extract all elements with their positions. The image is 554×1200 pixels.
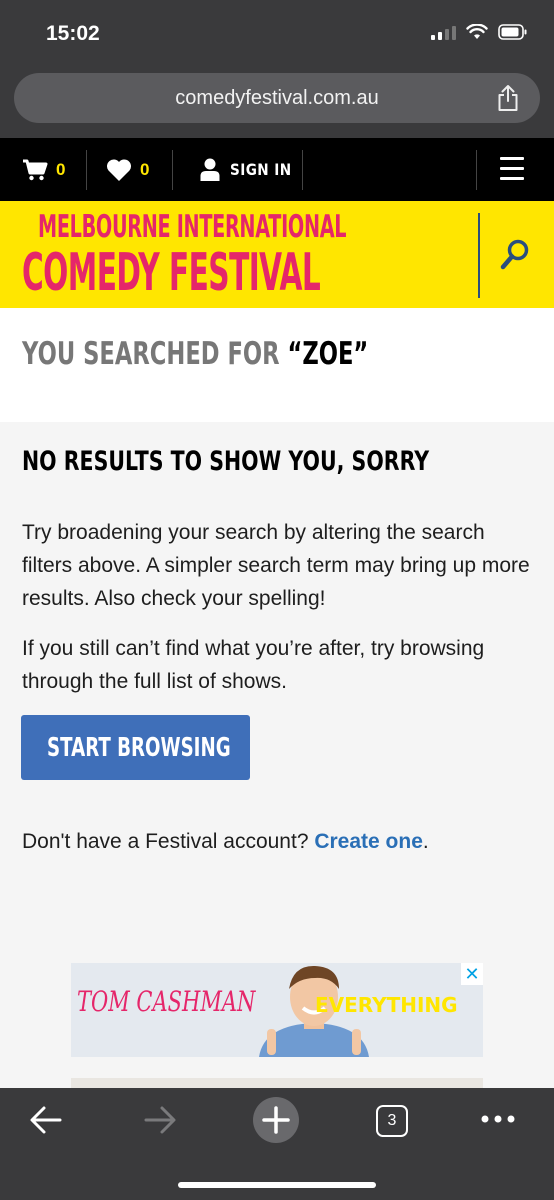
start-browsing-button[interactable]: START BROWSING xyxy=(21,715,250,780)
ad-performer-name: TOM CASHMAN xyxy=(77,985,256,1018)
no-results-heading: NO RESULTS TO SHOW YOU, SORRY xyxy=(22,446,430,477)
address-bar[interactable]: comedyfestival.com.au xyxy=(14,73,540,123)
back-icon[interactable] xyxy=(28,1102,64,1138)
nav-divider xyxy=(476,150,477,190)
cart-button[interactable]: 0 xyxy=(22,138,65,201)
status-icons xyxy=(431,24,528,40)
account-prompt: Don't have a Festival account? Create on… xyxy=(22,830,429,854)
banner-divider xyxy=(478,213,480,298)
search-prefix: YOU SEARCHED FOR xyxy=(22,336,288,372)
cart-count: 0 xyxy=(56,159,66,179)
user-icon xyxy=(200,158,220,181)
browse-hint: If you still can’t find what you’re afte… xyxy=(22,637,485,693)
ad-close-icon[interactable]: ✕ xyxy=(461,963,483,985)
create-account-link[interactable]: Create one xyxy=(314,830,423,853)
no-results-hint: Try broadening your search by altering t… xyxy=(22,521,530,610)
account-suffix: . xyxy=(422,830,429,853)
search-title: YOU SEARCHED FOR “ZOE” xyxy=(22,336,368,372)
status-time: 15:02 xyxy=(46,22,100,45)
start-browsing-label: START BROWSING xyxy=(47,733,231,763)
search-header: YOU SEARCHED FOR “ZOE” xyxy=(0,308,554,422)
ad-banner[interactable]: TOM CASHMAN EVERYTHING ✕ xyxy=(71,963,483,1057)
new-tab-icon[interactable] xyxy=(253,1097,299,1143)
share-icon[interactable] xyxy=(496,84,520,112)
heart-icon xyxy=(106,158,132,181)
menu-icon[interactable] xyxy=(500,157,524,187)
url-text: comedyfestival.com.au xyxy=(175,87,379,109)
wifi-icon xyxy=(466,24,488,39)
tabs-button[interactable]: 3 xyxy=(376,1105,408,1137)
logo-line1[interactable]: MELBOURNE INTERNATIONAL xyxy=(38,209,347,245)
account-text: Don't have a Festival account? xyxy=(22,830,315,853)
nav-divider xyxy=(172,150,173,190)
wishlist-button[interactable]: 0 xyxy=(106,138,149,201)
search-icon[interactable] xyxy=(500,238,532,272)
site-nav: 0 0 SIGN IN xyxy=(0,138,554,201)
signal-icon xyxy=(431,24,456,40)
wishlist-count: 0 xyxy=(140,159,150,179)
logo-line2[interactable]: COMEDY FESTIVAL xyxy=(22,243,321,303)
home-indicator xyxy=(178,1182,376,1188)
battery-icon xyxy=(498,24,527,40)
ad-tagline: EVERYTHING xyxy=(315,993,458,1017)
forward-icon[interactable] xyxy=(142,1102,178,1138)
nav-divider xyxy=(86,150,87,190)
sign-in-button[interactable]: SIGN IN xyxy=(200,138,302,201)
cart-icon xyxy=(23,159,48,180)
sign-in-label: SIGN IN xyxy=(230,160,292,179)
festival-banner: MELBOURNE INTERNATIONAL COMEDY FESTIVAL xyxy=(0,201,554,308)
nav-divider xyxy=(302,150,303,190)
browser-chrome: 15:02 comedyfestival.com.au xyxy=(0,0,554,138)
search-term: “ZOE” xyxy=(287,336,369,372)
more-icon[interactable] xyxy=(480,1114,516,1124)
